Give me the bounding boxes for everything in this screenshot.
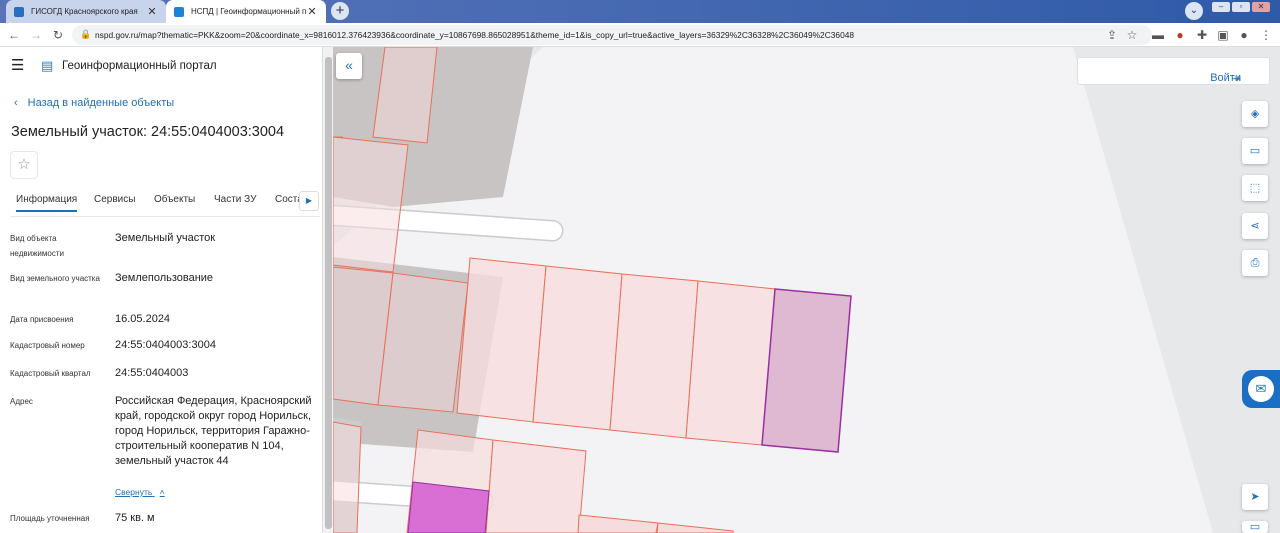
map-parcel	[532, 265, 623, 431]
scrollbar-thumb[interactable]	[325, 57, 332, 529]
field-value: 16.05.2024	[115, 313, 171, 325]
field-label: Кадастровый номер	[10, 341, 85, 350]
map-tool-icon: ▭	[1249, 521, 1261, 533]
ruler-button[interactable]: ▭	[1242, 138, 1268, 164]
chevron-left-icon: ‹	[14, 97, 18, 109]
chat-icon: ✉	[1248, 376, 1274, 402]
area-select-icon: ⬚	[1249, 182, 1261, 194]
info-tabs: Информация Сервисы Объекты Части ЗУ Сост…	[10, 187, 320, 217]
field-value: 24:55:0404003	[115, 367, 189, 379]
bookmark-star-icon[interactable]: ☆	[1124, 27, 1140, 43]
collapse-link[interactable]: Свернуть ˄	[115, 487, 165, 497]
field-label: Вид земельного участка	[10, 274, 100, 283]
extension-icon[interactable]: ▬	[1150, 27, 1166, 43]
tab-close-icon[interactable]: ✕	[306, 5, 318, 18]
map-parcel	[456, 257, 547, 423]
area-select-button[interactable]: ⬚	[1242, 175, 1268, 201]
hamburger-menu-icon[interactable]: ☰	[11, 58, 25, 73]
map-parcel	[485, 439, 587, 533]
map-parcel	[685, 280, 776, 446]
map-parcel	[609, 273, 699, 439]
tab-close-icon[interactable]: ✕	[146, 5, 158, 18]
share-button[interactable]: ⋖	[1242, 213, 1268, 239]
map-selected-parcel	[761, 288, 852, 453]
tabs-scroll-right-icon[interactable]: ▶	[299, 191, 319, 211]
lock-icon: 🔒	[80, 29, 92, 39]
object-info-panel: ☰ ▤ Геоинформационный портал ‹ Назад в н…	[0, 47, 322, 533]
back-arrow-icon[interactable]: ←	[6, 27, 22, 43]
login-button[interactable]: Войти ⇥	[1077, 57, 1270, 85]
tab-title: ГИСОГД Красноярского края	[31, 7, 138, 16]
chat-assistant-button[interactable]: ✉	[1242, 370, 1280, 408]
map-tool-button[interactable]: ▭	[1242, 521, 1268, 533]
tab-title: НСПД | Геоинформационный п	[191, 7, 306, 16]
browser-tab-nspd[interactable]: НСПД | Геоинформационный п ✕	[166, 0, 326, 23]
profile-icon[interactable]: ●	[1236, 27, 1252, 43]
field-value: Российская Федерация, Красноярский край,…	[115, 395, 312, 467]
tab-objects[interactable]: Объекты	[154, 194, 195, 205]
map-parcel	[377, 272, 469, 413]
window-close-button[interactable]: ✕	[1252, 2, 1270, 12]
field-value: Землепользование	[115, 272, 214, 284]
field-label: Дата присвоения	[10, 315, 74, 324]
collapse-label: Свернуть	[115, 487, 153, 497]
forward-arrow-icon[interactable]: →	[28, 27, 44, 43]
share-icon: ⋖	[1250, 220, 1260, 232]
field-label: Площадь уточненная	[10, 514, 90, 523]
layers-button[interactable]: ◈	[1242, 101, 1268, 127]
map-canvas[interactable]	[333, 47, 1280, 533]
object-title: Земельный участок: 24:55:0404003:3004	[11, 124, 285, 140]
reload-icon[interactable]: ↻	[50, 27, 66, 43]
side-panel-icon[interactable]: ▣	[1215, 27, 1231, 43]
field-value: 24:55:0404003:3004	[115, 339, 216, 351]
back-link-label: Назад в найденные объекты	[27, 97, 175, 109]
login-icon: ⇥	[1231, 73, 1241, 85]
print-icon: ⎙	[1250, 257, 1260, 269]
field-label: Адрес	[10, 397, 33, 406]
collapse-panel-button[interactable]: «	[336, 53, 362, 79]
field-label: Кадастровый квартал	[10, 369, 91, 378]
field-value: 75 кв. м	[115, 512, 155, 524]
print-button[interactable]: ⎙	[1242, 250, 1268, 276]
browser-tab-gisogd[interactable]: ГИСОГД Красноярского края ✕	[6, 0, 166, 23]
tab-favicon-icon	[14, 6, 24, 17]
browser-toolbar: ← → ↻ 🔒 nspd.gov.ru/map?thematic=PKK&zoo…	[0, 23, 1280, 47]
url-text[interactable]: nspd.gov.ru/map?thematic=PKK&zoom=20&coo…	[95, 30, 854, 40]
tab-favicon-icon	[174, 6, 184, 17]
tab-parcel-parts[interactable]: Части ЗУ	[214, 194, 256, 205]
back-to-results-link[interactable]: ‹ Назад в найденные объекты	[14, 97, 174, 109]
share-icon[interactable]: ⇪	[1104, 27, 1120, 43]
portal-title[interactable]: Геоинформационный портал	[62, 60, 217, 72]
map-highlight-parcel	[407, 481, 490, 533]
map-parcel	[372, 47, 438, 144]
maximize-button[interactable]: ▫	[1232, 2, 1250, 12]
browser-tabbar: ГИСОГД Красноярского края ✕ НСПД | Геоин…	[0, 0, 1280, 23]
portal-logo-icon: ▤	[41, 58, 54, 73]
panel-scrollbar[interactable]	[322, 47, 333, 533]
field-value: Земельный участок	[115, 232, 216, 244]
new-tab-button[interactable]: +	[331, 2, 349, 20]
extension-icon-2[interactable]: ●	[1172, 27, 1188, 43]
ruler-icon: ▭	[1249, 145, 1261, 157]
extensions-puzzle-icon[interactable]: ✚	[1194, 27, 1210, 43]
browser-menu-icon[interactable]: ⋮	[1258, 27, 1274, 43]
map-view[interactable]: « Войти ⇥ ◈ ▭ ⬚ ⋖ ⎙ ✉ ➤ ▭	[333, 47, 1280, 533]
tab-information[interactable]: Информация	[16, 194, 78, 212]
tab-services[interactable]: Сервисы	[94, 194, 135, 205]
favorite-star-button[interactable]: ☆	[10, 151, 38, 179]
tab-composition[interactable]: Состав	[275, 194, 300, 205]
geolocation-button[interactable]: ➤	[1242, 484, 1268, 510]
layers-icon: ◈	[1250, 108, 1260, 120]
address-bar[interactable]: 🔒 nspd.gov.ru/map?thematic=PKK&zoom=20&c…	[72, 25, 1152, 45]
minimize-button[interactable]: –	[1212, 2, 1230, 12]
navigation-arrow-icon: ➤	[1250, 491, 1260, 503]
tab-search-chevron-icon[interactable]: ⌄	[1185, 2, 1203, 20]
field-label: Вид объекта недвижимости	[10, 234, 64, 258]
map-parcel	[333, 421, 362, 533]
chevron-up-icon: ˄	[159, 487, 165, 497]
